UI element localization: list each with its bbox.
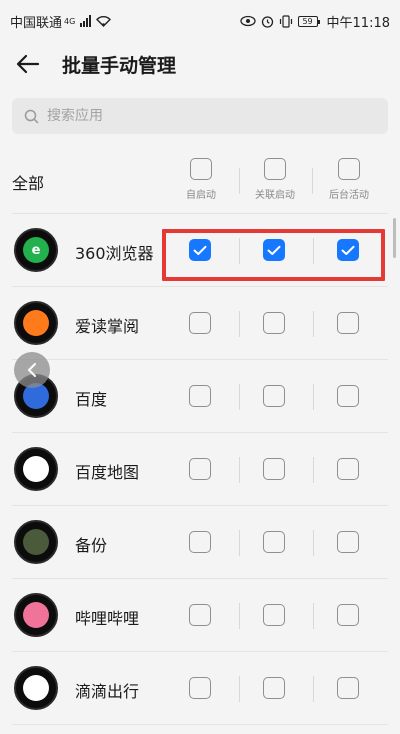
app-name: 百度地图 — [75, 463, 140, 482]
select-all-row: 全部 自启动 关联启动 后台活动 — [12, 134, 388, 214]
checkmark-icon — [267, 245, 281, 255]
background-checkbox[interactable] — [337, 458, 359, 480]
column-divider — [239, 603, 240, 629]
column-divider — [313, 676, 314, 702]
table-row: 百度 — [12, 360, 388, 433]
linked-start-checkbox[interactable] — [263, 312, 285, 334]
select-all-auto-start-checkbox[interactable] — [190, 158, 212, 180]
search-icon — [24, 109, 39, 123]
network-type: 4G — [64, 16, 76, 26]
app-name: 滴滴出行 — [75, 682, 140, 701]
app-icon-glyph — [23, 529, 49, 555]
background-checkbox[interactable] — [337, 677, 359, 699]
battery-icon: 59 — [297, 15, 320, 27]
floating-back-button[interactable] — [14, 352, 50, 388]
signal-icon — [80, 15, 92, 27]
checkmark-icon — [341, 245, 355, 255]
auto-start-checkbox[interactable] — [189, 385, 211, 407]
select-all-background-checkbox[interactable] — [338, 158, 360, 180]
arrow-left-icon — [16, 54, 40, 74]
360-browser-icon: e — [14, 228, 58, 272]
linked-start-checkbox[interactable] — [263, 385, 285, 407]
clock-label: 中午11:18 — [326, 15, 390, 31]
column-divider — [239, 311, 240, 337]
column-auto-start: 自启动 — [166, 158, 236, 201]
ireader-icon — [14, 301, 58, 345]
column-label-background: 后台活动 — [329, 190, 369, 201]
table-row: 备份 — [12, 506, 388, 579]
app-icon-glyph — [23, 310, 49, 336]
table-row: 爱读掌阅 — [12, 287, 388, 360]
column-label-linked-start: 关联启动 — [255, 190, 295, 201]
background-checkbox[interactable] — [337, 385, 359, 407]
status-bar: 中国联通 4G 59 中午11:18 — [0, 0, 400, 42]
table-row: 哔哩哔哩 — [12, 579, 388, 652]
background-checkbox[interactable] — [337, 239, 359, 261]
search-bar[interactable] — [12, 98, 388, 134]
auto-start-checkbox[interactable] — [189, 604, 211, 626]
background-checkbox[interactable] — [337, 312, 359, 334]
column-divider — [239, 238, 240, 264]
column-divider — [239, 384, 240, 410]
column-divider — [313, 311, 314, 337]
app-name: 哔哩哔哩 — [75, 609, 140, 628]
column-divider — [313, 530, 314, 556]
auto-start-checkbox[interactable] — [189, 458, 211, 480]
checkmark-icon — [193, 245, 207, 255]
app-name: 360浏览器 — [75, 244, 154, 263]
table-row: 滴滴出行 — [12, 652, 388, 725]
page-title: 批量手动管理 — [62, 54, 177, 77]
eye-icon — [239, 15, 256, 27]
background-checkbox[interactable] — [337, 531, 359, 553]
back-button[interactable] — [12, 48, 44, 80]
app-name: 百度 — [75, 390, 108, 409]
app-name: 爱读掌阅 — [75, 317, 140, 336]
column-divider — [313, 384, 314, 410]
column-divider — [313, 603, 314, 629]
column-divider — [313, 457, 314, 483]
column-divider — [239, 676, 240, 702]
carrier-label: 中国联通 — [10, 15, 63, 31]
linked-start-checkbox[interactable] — [263, 531, 285, 553]
wifi-icon — [96, 16, 112, 27]
column-linked-start: 关联启动 — [240, 158, 310, 201]
didi-icon — [14, 666, 58, 710]
chevron-left-icon — [27, 363, 36, 377]
bilibili-icon — [14, 593, 58, 637]
background-checkbox[interactable] — [337, 604, 359, 626]
app-bar: 批量手动管理 — [0, 42, 400, 86]
linked-start-checkbox[interactable] — [263, 458, 285, 480]
auto-start-checkbox[interactable] — [189, 531, 211, 553]
column-divider — [239, 530, 240, 556]
select-all-label: 全部 — [12, 174, 45, 193]
app-icon-glyph — [23, 456, 49, 482]
alarm-icon — [261, 15, 273, 28]
column-divider — [312, 168, 313, 194]
app-icon-glyph — [23, 675, 49, 701]
auto-start-checkbox[interactable] — [189, 677, 211, 699]
app-icon-glyph — [23, 602, 49, 628]
table-row: 百度地图 — [12, 433, 388, 506]
baidu-map-icon — [14, 447, 58, 491]
auto-start-checkbox[interactable] — [189, 239, 211, 261]
table-row: e 360浏览器 — [12, 214, 388, 287]
column-divider — [313, 238, 314, 264]
vibrate-icon — [279, 14, 292, 28]
select-all-linked-start-checkbox[interactable] — [264, 158, 286, 180]
linked-start-checkbox[interactable] — [263, 239, 285, 261]
auto-start-checkbox[interactable] — [189, 312, 211, 334]
app-name: 备份 — [75, 536, 108, 555]
column-background-activity: 后台活动 — [314, 158, 384, 201]
column-divider — [239, 457, 240, 483]
app-icon-glyph: e — [23, 237, 49, 263]
linked-start-checkbox[interactable] — [263, 604, 285, 626]
linked-start-checkbox[interactable] — [263, 677, 285, 699]
app-list: e 360浏览器 爱读掌阅百度百度地图备份哔哩哔哩滴滴出行 — [0, 214, 400, 725]
search-input[interactable] — [47, 108, 347, 124]
column-label-auto-start: 自启动 — [186, 190, 216, 201]
backup-icon — [14, 520, 58, 564]
scrollbar[interactable] — [393, 218, 396, 258]
